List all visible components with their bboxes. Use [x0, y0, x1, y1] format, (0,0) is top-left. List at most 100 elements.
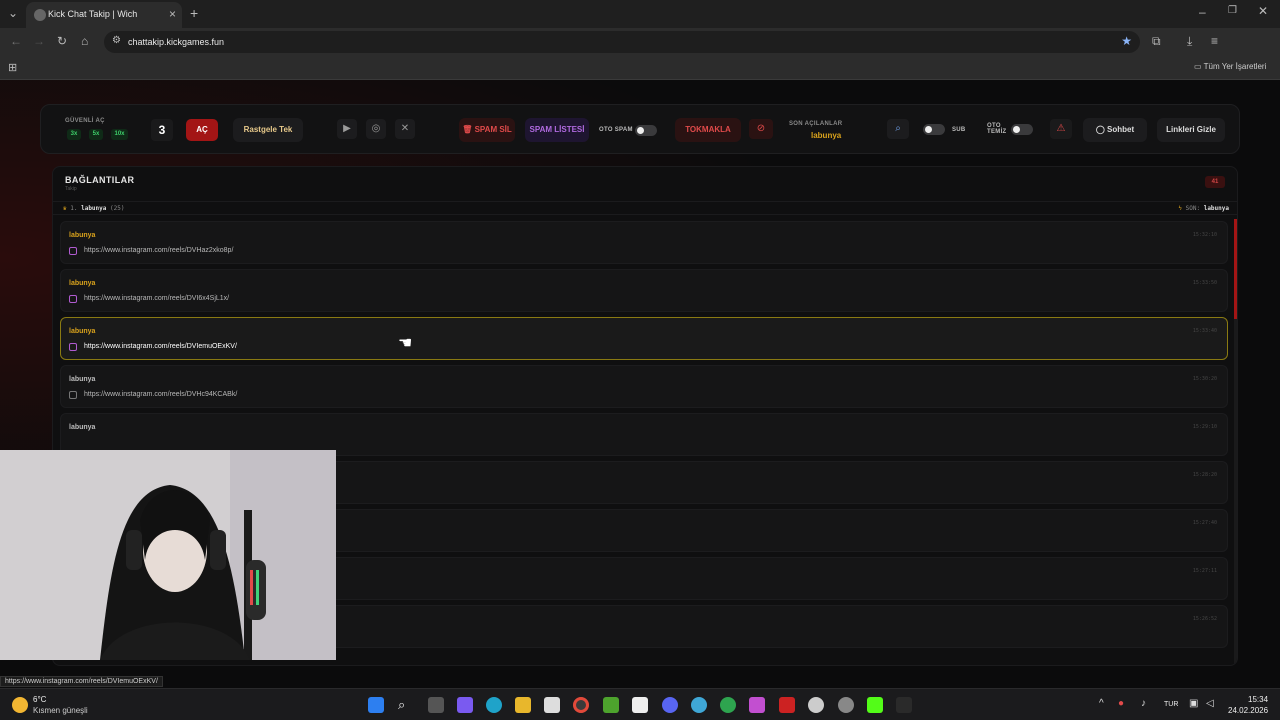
row-time: 15:27:11 — [1192, 568, 1217, 574]
tab-search-icon[interactable]: ⌄ — [8, 6, 18, 20]
clock-time[interactable]: 15:34 — [1248, 695, 1268, 704]
home-icon[interactable]: ⌂ — [81, 34, 88, 48]
multiplier-10x[interactable]: 10x — [111, 129, 128, 140]
hammer-button[interactable]: TOKMAKLA — [675, 118, 741, 142]
chrome-icon[interactable] — [573, 697, 589, 713]
row-link[interactable]: https://www.instagram.com/reels/DVIemuOE… — [84, 343, 237, 350]
multiplier-3x[interactable]: 3x — [67, 129, 81, 140]
address-bar[interactable]: ⚙ chattakip.kickgames.fun ★ — [104, 31, 1140, 53]
globe-icon[interactable] — [691, 697, 707, 713]
row-time: 15:28:20 — [1192, 472, 1217, 478]
task-view-icon[interactable] — [428, 697, 444, 713]
steam-icon[interactable] — [808, 697, 824, 713]
bolt-icon: ϟ — [1178, 205, 1186, 212]
ban-icon[interactable]: ⊘ — [749, 119, 773, 139]
row-link[interactable]: https://www.instagram.com/reels/DVHc94KC… — [84, 391, 237, 398]
youtube-icon[interactable]: ▶ — [337, 119, 357, 139]
auto-spam-toggle[interactable] — [635, 125, 657, 136]
window-close-icon[interactable]: ✕ — [1258, 4, 1268, 18]
tray-app-icon[interactable]: ● — [1118, 698, 1124, 709]
input-language[interactable]: TUR — [1164, 701, 1178, 708]
extensions-icon[interactable]: ⧉ — [1152, 34, 1161, 49]
office-icon[interactable] — [749, 697, 765, 713]
recent-user[interactable]: labunya — [811, 131, 841, 140]
microphone-icon[interactable]: ♪ — [1141, 698, 1146, 709]
open-button[interactable]: AÇ — [186, 119, 218, 141]
obs-icon[interactable] — [838, 697, 854, 713]
x-twitter-icon[interactable]: ✕ — [395, 119, 415, 139]
network-icon[interactable]: ▣ — [1189, 698, 1198, 709]
row-time: 15:29:10 — [1192, 424, 1217, 430]
xbox-icon[interactable] — [720, 697, 736, 713]
discord-icon[interactable] — [662, 697, 678, 713]
start-icon[interactable] — [368, 697, 384, 713]
minimize-icon[interactable]: – — [1199, 5, 1206, 19]
sub-toggle[interactable] — [923, 124, 945, 135]
address-url[interactable]: chattakip.kickgames.fun — [128, 37, 224, 47]
hide-links-button[interactable]: Linkleri Gizle — [1157, 118, 1225, 142]
windows-taskbar: 6°C Kısmen güneşli ⌕ ^ ● ♪ TUR ▣ ◁ 15:34… — [0, 688, 1280, 720]
row-time: 15:30:20 — [1192, 376, 1217, 382]
webcam-overlay — [0, 450, 336, 660]
maximize-icon[interactable]: ❐ — [1228, 5, 1237, 16]
new-tab-icon[interactable]: + — [190, 5, 198, 21]
spam-list-button[interactable]: SPAM LİSTESİ — [525, 118, 589, 142]
top-user-stat: ♛ 1. labunya (25) — [63, 205, 125, 212]
edge-icon[interactable] — [486, 697, 502, 713]
row-time: 15:32:10 — [1192, 232, 1217, 238]
download-icon[interactable]: ⤓ — [1187, 34, 1192, 49]
spam-delete-button[interactable]: 🗑 SPAM SİL — [459, 118, 515, 142]
link-row[interactable]: labunya https://www.instagram.com/reels/… — [60, 269, 1228, 312]
weather-sun-icon[interactable] — [12, 697, 28, 713]
chat-button[interactable]: ◯ Sohbet — [1083, 118, 1147, 142]
kick-icon[interactable] — [867, 697, 883, 713]
instagram-icon — [69, 247, 77, 255]
weather-desc[interactable]: Kısmen güneşli — [33, 706, 88, 715]
forward-icon[interactable]: → — [33, 34, 45, 48]
open-count-input[interactable]: 3 — [151, 119, 173, 141]
link-row-hovered[interactable]: labunya https://www.instagram.com/reels/… — [60, 317, 1228, 360]
site-info-icon[interactable]: ⚙ — [112, 35, 121, 46]
browser-tab[interactable]: Kick Chat Takip | Wich × — [26, 2, 182, 28]
weather-temp[interactable]: 6°C — [33, 695, 46, 704]
hand-cursor-icon: ☚ — [398, 335, 413, 352]
safe-open-label: GÜVENLİ AÇ — [65, 118, 105, 124]
tab-close-icon[interactable]: × — [169, 7, 176, 21]
store-icon[interactable] — [544, 697, 560, 713]
warning-icon[interactable]: ⚠ — [1050, 119, 1072, 139]
file-explorer-icon[interactable] — [515, 697, 531, 713]
random-one-button[interactable]: Rastgele Tek — [233, 118, 303, 142]
apps-grid-icon[interactable]: ⊞ — [8, 61, 17, 74]
all-bookmarks[interactable]: ▭ Tüm Yer İşaretleri — [1194, 62, 1266, 71]
multiplier-5x[interactable]: 5x — [89, 129, 103, 140]
bookmark-star-icon[interactable]: ★ — [1121, 34, 1132, 48]
row-link[interactable]: https://www.instagram.com/reels/DVHaz2xk… — [84, 247, 233, 254]
instagram-icon[interactable]: ◎ — [366, 119, 386, 139]
search-icon[interactable]: ⌕ — [887, 119, 909, 139]
row-username: labunya — [69, 232, 96, 239]
row-link[interactable]: https://www.instagram.com/reels/DVI6x4Sj… — [84, 295, 229, 302]
link-row[interactable]: labunya https://www.instagram.com/reels/… — [60, 365, 1228, 408]
link-row[interactable]: labunya https://www.instagram.com/reels/… — [60, 221, 1228, 264]
link-hover-status: https://www.instagram.com/reels/DVIemuOE… — [0, 676, 163, 687]
reload-icon[interactable]: ↻ — [57, 34, 67, 48]
capcut-icon[interactable] — [632, 697, 648, 713]
tray-chevron-icon[interactable]: ^ — [1099, 698, 1104, 709]
row-username: labunya — [69, 280, 96, 287]
terminal-icon[interactable] — [896, 697, 912, 713]
clock-date[interactable]: 24.02.2026 — [1228, 706, 1268, 715]
top-user-row: ♛ 1. labunya (25) ϟ SON: labunya — [53, 201, 1237, 215]
row-time: 15:27:40 — [1192, 520, 1217, 526]
app-icon[interactable] — [779, 697, 795, 713]
folder-icon: ▭ — [1194, 62, 1204, 71]
panel-subtitle: Takip — [65, 186, 77, 192]
instagram-icon — [69, 343, 77, 351]
back-icon[interactable]: ← — [10, 34, 22, 48]
volume-icon[interactable]: ◁ — [1206, 698, 1214, 709]
search-icon[interactable]: ⌕ — [398, 697, 414, 713]
copilot-icon[interactable] — [457, 697, 473, 713]
scrollbar-thumb[interactable] — [1234, 219, 1237, 319]
auto-clean-toggle[interactable] — [1011, 124, 1033, 135]
menu-icon[interactable]: ≡ — [1211, 34, 1218, 48]
minecraft-icon[interactable] — [603, 697, 619, 713]
